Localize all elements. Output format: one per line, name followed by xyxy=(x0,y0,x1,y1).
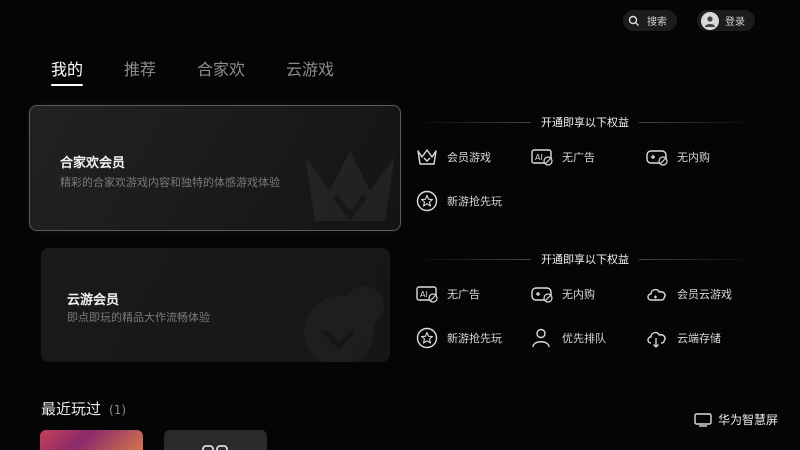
benefit-label: 会员游戏 xyxy=(447,151,491,164)
benefit-no-ads: AI 无广告 xyxy=(415,283,480,305)
benefit-early-access: 新游抢先玩 xyxy=(415,190,502,212)
person-priority-icon xyxy=(532,328,550,348)
benefit-label: 无广告 xyxy=(447,288,480,301)
star-icon xyxy=(416,190,438,212)
cloud-membership-card[interactable]: 云游会员 即点即玩的精品大作流畅体验 xyxy=(41,248,390,362)
tab-cloud-games[interactable]: 云游戏 xyxy=(286,56,334,86)
benefit-label: 无内购 xyxy=(677,151,710,164)
grid-icon xyxy=(202,445,228,450)
benefit-label: 无广告 xyxy=(562,151,595,164)
more-games-tile[interactable] xyxy=(164,430,267,450)
benefits-heading-1: 开通即享以下权益 xyxy=(410,114,760,130)
brand-logo: 华为智慧屏 xyxy=(694,411,778,428)
card-title: 云游会员 xyxy=(67,293,120,308)
benefit-label: 无内购 xyxy=(562,288,595,301)
search-icon xyxy=(627,14,641,28)
benefit-priority-queue: 优先排队 xyxy=(530,327,606,349)
benefit-label: 新游抢先玩 xyxy=(447,195,502,208)
svg-text:AI: AI xyxy=(420,290,428,299)
tab-mine[interactable]: 我的 xyxy=(51,56,84,86)
tab-family[interactable]: 合家欢 xyxy=(197,56,245,86)
benefit-no-purchase: 无内购 xyxy=(530,283,595,305)
cloud-storage-icon xyxy=(647,331,666,348)
brand-label: 华为智慧屏 xyxy=(717,413,778,427)
card-title: 合家欢会员 xyxy=(60,156,126,171)
benefit-member-games: 会员游戏 xyxy=(415,146,491,168)
main-tabs: 我的 推荐 合家欢 云游戏 xyxy=(51,56,334,86)
family-membership-card[interactable]: 合家欢会员 精彩的合家欢游戏内容和独特的体感游戏体验 xyxy=(29,105,401,231)
tab-recommend[interactable]: 推荐 xyxy=(124,56,156,86)
benefit-label: 云端存储 xyxy=(677,332,721,345)
login-label: 登录 xyxy=(725,17,745,28)
benefit-early-access: 新游抢先玩 xyxy=(415,327,502,349)
cloud-game-icon xyxy=(647,288,666,301)
benefits-heading-2: 开通即享以下权益 xyxy=(410,251,760,267)
no-ads-icon: AI xyxy=(416,286,438,303)
tv-icon xyxy=(694,412,712,427)
star-icon xyxy=(416,327,438,349)
top-bar: 搜索 登录 xyxy=(623,10,755,31)
benefit-cloud-games: 会员云游戏 xyxy=(645,283,732,305)
benefit-no-ads: AI 无广告 xyxy=(530,146,595,168)
benefits-heading-text: 开通即享以下权益 xyxy=(541,116,629,129)
benefit-label: 新游抢先玩 xyxy=(447,332,502,345)
benefits-heading-text: 开通即享以下权益 xyxy=(541,253,629,266)
avatar-icon xyxy=(701,11,719,30)
login-button[interactable]: 登录 xyxy=(697,10,755,31)
crown-icon xyxy=(417,149,437,165)
benefit-label: 会员云游戏 xyxy=(677,288,732,301)
search-button[interactable]: 搜索 xyxy=(623,10,677,31)
search-label: 搜索 xyxy=(647,17,667,28)
no-ads-icon: AI xyxy=(531,149,553,166)
recently-played-heading: 最近玩过 (1) xyxy=(41,398,126,419)
recent-game-thumbnail[interactable] xyxy=(40,430,143,450)
no-purchase-icon xyxy=(646,150,668,166)
benefit-no-purchase: 无内购 xyxy=(645,146,710,168)
cloud-watermark-icon xyxy=(304,286,384,362)
benefit-label: 优先排队 xyxy=(562,332,606,345)
benefit-cloud-storage: 云端存储 xyxy=(645,327,721,349)
crown-watermark-icon xyxy=(305,151,395,221)
card-description: 精彩的合家欢游戏内容和独特的体感游戏体验 xyxy=(60,176,280,189)
no-purchase-icon xyxy=(531,287,553,303)
card-description: 即点即玩的精品大作流畅体验 xyxy=(67,311,210,324)
recently-played-count: (1) xyxy=(109,403,127,417)
recently-played-title: 最近玩过 xyxy=(41,400,102,418)
svg-text:AI: AI xyxy=(535,153,543,162)
